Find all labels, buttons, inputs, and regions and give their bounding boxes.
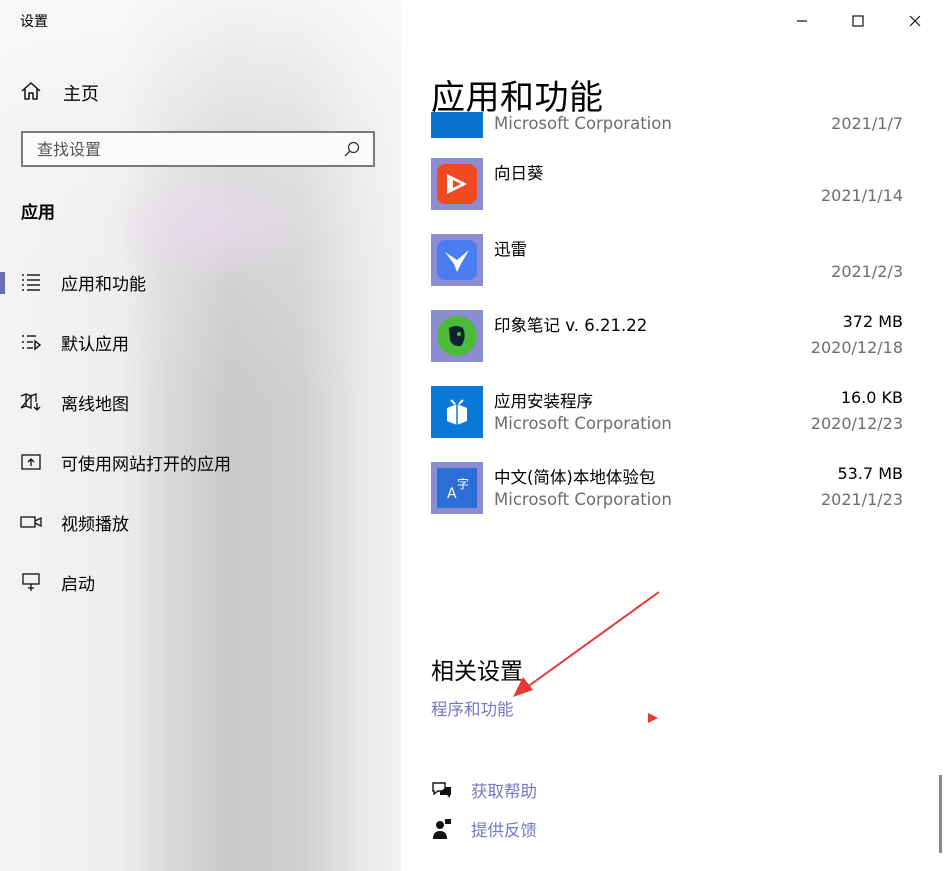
home-label: 主页	[63, 84, 99, 105]
get-help-link[interactable]: 获取帮助	[431, 777, 537, 803]
app-publisher: Microsoft Corporation	[494, 490, 672, 509]
sidebar-item-label: 应用和功能	[61, 274, 146, 295]
apps-list-icon	[20, 271, 42, 293]
startup-icon	[20, 571, 42, 593]
sidebar-item-label: 视频播放	[61, 514, 129, 535]
language-pack-icon: A字	[431, 462, 483, 514]
app-date: 2020/12/23	[810, 414, 903, 433]
sidebar-item-label: 可使用网站打开的应用	[61, 454, 231, 475]
app-name: 应用安装程序	[494, 392, 593, 411]
search-box[interactable]	[21, 131, 375, 167]
evernote-elephant-icon	[431, 310, 483, 362]
app-date: 2021/1/23	[820, 490, 903, 509]
app-size: 16.0 KB	[840, 388, 903, 407]
maximize-icon	[852, 12, 864, 31]
svg-text:A: A	[447, 486, 457, 502]
app-size: 53.7 MB	[837, 464, 904, 483]
app-name: 中文(简体)本地体验包	[494, 468, 656, 487]
scrollbar[interactable]	[939, 775, 942, 853]
feedback-person-icon	[431, 818, 453, 840]
home-icon	[20, 80, 42, 107]
app-installer-box-icon	[431, 386, 483, 438]
list-item[interactable]: Microsoft Corporation 2021/1/7	[431, 112, 911, 152]
svg-text:字: 字	[457, 476, 469, 491]
minimize-icon	[796, 12, 808, 31]
sidebar-item-default-apps[interactable]: 默认应用	[0, 320, 401, 364]
list-item[interactable]: A字 中文(简体)本地体验包 Microsoft Corporation 53.…	[431, 462, 911, 528]
offline-map-icon	[20, 391, 42, 413]
app-date: 2021/1/7	[831, 114, 903, 133]
sidebar: 设置 主页 应用 应用和功能 默认应用 离线地图 可使用网站打	[0, 0, 401, 871]
default-apps-icon	[20, 331, 42, 353]
app-date: 2020/12/18	[810, 338, 903, 357]
sidebar-item-label: 默认应用	[61, 334, 129, 355]
sunflower-icon	[431, 158, 483, 210]
help-chat-icon	[431, 779, 453, 801]
programs-features-link[interactable]: 程序和功能	[431, 696, 514, 720]
app-name: 向日葵	[494, 164, 544, 183]
section-title: 应用	[21, 203, 55, 223]
sidebar-item-label: 离线地图	[61, 394, 129, 415]
close-button[interactable]	[892, 6, 938, 36]
related-settings-title: 相关设置	[431, 659, 523, 685]
search-input[interactable]	[23, 139, 341, 159]
apps-for-websites-icon	[20, 451, 42, 473]
list-item[interactable]: 应用安装程序 Microsoft Corporation 16.0 KB 202…	[431, 386, 911, 452]
feedback-link[interactable]: 提供反馈	[431, 816, 537, 842]
xunlei-bird-icon	[431, 234, 483, 286]
app-size: 372 MB	[842, 312, 903, 331]
app-publisher: Microsoft Corporation	[494, 114, 672, 133]
app-date: 2021/2/3	[831, 262, 903, 281]
sidebar-item-video-playback[interactable]: 视频播放	[0, 500, 401, 544]
app-name: 迅雷	[494, 240, 527, 259]
main-content: 应用和功能 Microsoft Corporation 2021/1/7 向日葵…	[401, 0, 946, 871]
app-list: Microsoft Corporation 2021/1/7 向日葵 2021/…	[401, 112, 946, 542]
feedback-label: 提供反馈	[471, 821, 537, 840]
list-item[interactable]: 迅雷 2021/2/3	[431, 234, 911, 300]
app-publisher: Microsoft Corporation	[494, 414, 672, 433]
maximize-button[interactable]	[835, 6, 881, 36]
sidebar-item-offline-maps[interactable]: 离线地图	[0, 380, 401, 424]
sidebar-item-apps-for-websites[interactable]: 可使用网站打开的应用	[0, 440, 401, 484]
list-item[interactable]: 印象笔记 v. 6.21.22 372 MB 2020/12/18	[431, 310, 911, 376]
window-title: 设置	[20, 14, 48, 30]
sidebar-item-apps-features[interactable]: 应用和功能	[0, 260, 401, 304]
minimize-button[interactable]	[779, 6, 825, 36]
app-name: 印象笔记 v. 6.21.22	[494, 316, 648, 335]
video-playback-icon	[20, 511, 42, 533]
app-date: 2021/1/14	[820, 186, 903, 205]
list-item[interactable]: 向日葵 2021/1/14	[431, 158, 911, 224]
home-nav-item[interactable]: 主页	[20, 80, 99, 106]
close-icon	[909, 12, 921, 31]
get-help-label: 获取帮助	[471, 782, 537, 801]
partial-blue-app-icon	[431, 112, 483, 138]
search-icon[interactable]	[341, 138, 363, 160]
sidebar-item-startup[interactable]: 启动	[0, 560, 401, 604]
sidebar-item-label: 启动	[61, 574, 95, 595]
